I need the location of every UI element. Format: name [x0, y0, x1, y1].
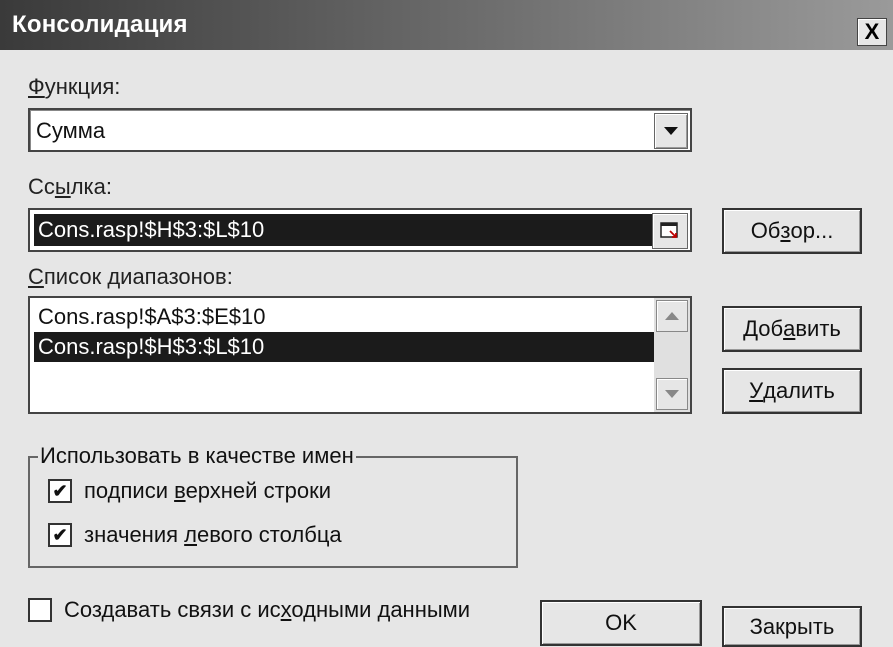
create-links-label-pre: Создавать связи с ис — [64, 597, 281, 622]
create-links-label-post: одными данными — [291, 597, 471, 622]
reference-input[interactable]: Cons.rasp!$H$3:$L$10 — [28, 208, 692, 252]
browse-button-pre: Об — [750, 218, 781, 243]
chevron-down-icon — [665, 390, 679, 398]
reference-label-mnemonic: ы — [54, 174, 71, 199]
add-button-post: вить — [795, 316, 841, 341]
left-column-label-mnemonic: л — [184, 522, 197, 547]
collapse-dialog-button[interactable] — [652, 213, 688, 249]
left-column-label-pre: значения — [84, 522, 185, 547]
left-column-checkbox[interactable]: ✔ — [48, 523, 72, 547]
top-row-option[interactable]: ✔ подписи верхней строки — [48, 478, 331, 504]
delete-button[interactable]: Удалить — [722, 368, 862, 414]
add-button[interactable]: Доб а вить — [722, 306, 862, 352]
scroll-up-button[interactable] — [656, 300, 688, 332]
create-links-label: Создавать связи с исходными данными — [64, 597, 470, 623]
use-labels-group: Использовать в качестве имен ✔ подписи в… — [28, 443, 518, 568]
dropdown-button[interactable] — [654, 113, 688, 149]
ranges-label-rest: писок диапазонов: — [43, 264, 233, 289]
browse-button-mnemonic: з — [780, 218, 791, 243]
title-bar[interactable]: Консолидация X — [0, 0, 893, 50]
left-column-label: значения левого столбца — [84, 522, 342, 548]
left-column-option[interactable]: ✔ значения левого столбца — [48, 522, 342, 548]
add-button-mnemonic: а — [783, 316, 796, 341]
function-label-mnemonic: Ф — [28, 74, 45, 99]
create-links-label-mnemonic: х — [280, 597, 292, 622]
browse-button[interactable]: Об з ор... — [722, 208, 862, 254]
function-label: Функция: — [28, 74, 120, 100]
delete-button-mnemonic: У — [749, 378, 764, 403]
dialog-title: Консолидация — [12, 11, 188, 38]
chevron-up-icon — [665, 312, 679, 320]
browse-button-post: ор... — [790, 218, 834, 243]
ranges-label-mnemonic: С — [28, 264, 44, 289]
create-links-checkbox[interactable] — [28, 598, 52, 622]
scroll-down-button[interactable] — [656, 378, 688, 410]
function-value: Сумма — [36, 118, 106, 143]
top-row-checkbox[interactable]: ✔ — [48, 479, 72, 503]
close-button[interactable]: Закрыть — [722, 606, 862, 647]
create-links-option[interactable]: Создавать связи с исходными данными — [28, 597, 470, 623]
list-item-selected[interactable]: Cons.rasp!$H$3:$L$10 — [34, 332, 656, 362]
reference-label-post: лка: — [70, 174, 112, 199]
chevron-down-icon — [664, 127, 678, 135]
ranges-label: Список диапазонов: — [28, 264, 233, 290]
list-item[interactable]: Cons.rasp!$A$3:$E$10 — [34, 302, 656, 332]
ranges-list[interactable]: Cons.rasp!$A$3:$E$10 Cons.rasp!$H$3:$L$1… — [28, 296, 692, 414]
reference-value: Cons.rasp!$H$3:$L$10 — [34, 214, 652, 246]
collapse-dialog-icon — [660, 222, 678, 238]
consolidation-dialog: Консолидация X Функция: Сумма Ссылка: Co… — [0, 0, 893, 647]
scrollbar[interactable] — [654, 298, 690, 412]
function-label-rest: ункция: — [44, 74, 121, 99]
delete-button-post: далить — [763, 378, 835, 403]
add-button-pre: Доб — [743, 316, 784, 341]
top-row-label: подписи верхней строки — [84, 478, 331, 504]
close-icon[interactable]: X — [857, 18, 887, 46]
left-column-label-post: евого столбца — [197, 522, 342, 547]
top-row-label-mnemonic: в — [174, 478, 186, 503]
reference-label: Ссылка: — [28, 174, 112, 200]
use-labels-legend: Использовать в качестве имен — [38, 443, 356, 469]
top-row-label-pre: подписи — [84, 478, 175, 503]
top-row-label-post: ерхней строки — [185, 478, 332, 503]
function-select[interactable]: Сумма — [28, 108, 692, 152]
reference-label-pre: Сс — [28, 174, 55, 199]
ok-button[interactable]: OK — [540, 600, 702, 646]
